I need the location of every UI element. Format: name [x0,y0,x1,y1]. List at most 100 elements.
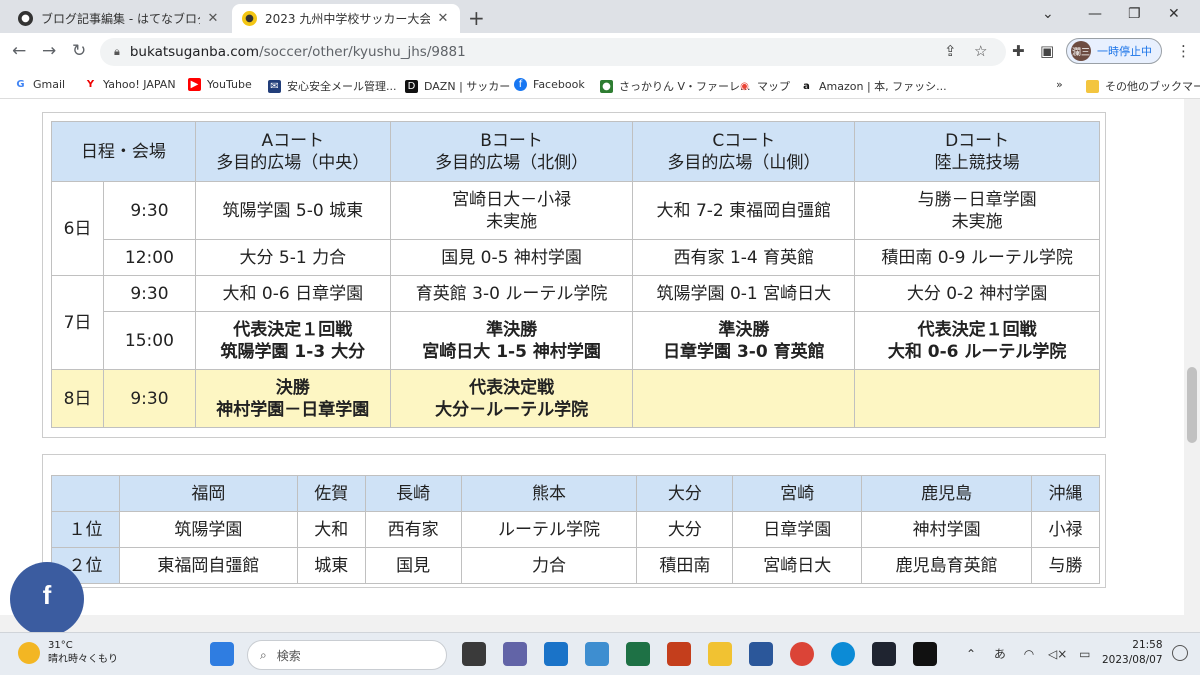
court-name: Cコート [712,130,776,151]
match-result: 大和 0-6 日章学園 [222,283,364,304]
tray-chevron-icon[interactable]: ⌃ [966,647,976,661]
volume-icon[interactable]: ◁× [1048,647,1067,661]
court-name: Aコート [261,130,325,151]
court-venue: 多目的広場（中央） [216,152,370,173]
match-result: 大分－ルーテル学院 [435,399,589,420]
weather-sun-icon [18,642,40,664]
windows-taskbar: 31°C 晴れ時々くもり ⌕ 検索 ⌃ あ ◠ ◁× ▭ 21:58 2023/… [0,632,1200,675]
bookmark-label: Facebook [533,78,585,91]
match-result: 筑陽学園 0-1 宮崎日大 [656,283,832,304]
clock[interactable]: 21:58 2023/08/07 [1102,638,1163,668]
match-result: 与勝－日章学園 [917,189,1037,210]
back-icon[interactable]: ← [12,41,26,61]
forward-icon[interactable]: → [42,41,56,61]
store-icon[interactable] [585,642,609,666]
mail-app-icon[interactable] [544,642,568,666]
court-venue: 多目的広場（北側） [435,152,589,173]
avatar: 瀾三 [1071,41,1091,61]
photos-icon[interactable] [872,642,896,666]
scroll-thumb[interactable] [1187,367,1197,443]
match-round: 代表決定１回戦 [917,319,1037,340]
facebook-share-button[interactable]: f [10,562,84,636]
close-tab-icon[interactable]: ✕ [206,11,220,26]
chrome-icon[interactable] [790,642,814,666]
match-cell-empty [854,369,1100,428]
close-window-icon[interactable]: ✕ [1168,6,1180,22]
new-tab-icon[interactable]: + [468,6,485,30]
overflow-chevron-icon: » [1056,78,1063,91]
teams-chat-icon[interactable] [503,642,527,666]
bookmark-vvaren[interactable]: ● さっかりん V・ファーレ... [600,78,751,94]
clock-time: 21:58 [1132,639,1163,651]
powerpoint-icon[interactable] [667,642,691,666]
court-b-header: Bコート 多目的広場（北側） [389,121,634,182]
match-cell: 積田南 0-9 ルーテル学院 [854,239,1100,276]
notification-icon[interactable] [1172,645,1188,661]
bookmark-amazon[interactable]: a Amazon | 本, ファッシ... [800,78,947,94]
address-bar[interactable]: 🔒︎ bukatsuganba.com/soccer/other/kyushu_… [100,38,1006,66]
restore-icon[interactable]: ❐ [1128,6,1141,22]
match-cell: 大和 0-6 日章学園 [194,275,391,312]
bookmark-facebook[interactable]: f Facebook [514,78,585,91]
bookmark-yahoo[interactable]: Y Yahoo! JAPAN [84,78,176,91]
wifi-icon[interactable]: ◠ [1024,647,1034,661]
team-cell: 大和 [296,511,366,548]
vertical-scrollbar[interactable] [1184,99,1200,615]
excel-icon[interactable] [626,642,650,666]
match-cell: 筑陽学園 5-0 城東 [194,181,391,240]
reload-icon[interactable]: ↻ [72,41,86,61]
clock-date: 2023/08/07 [1102,654,1163,666]
table-row: 12:00 大分 5-1 力合 国見 0-5 神村学園 西有家 1-4 育英館 … [52,239,1100,276]
horizontal-scrollbar[interactable] [0,615,1200,632]
table-row: ２位 東福岡自彊館 城東 国見 力合 積田南 宮崎日大 鹿児島育英館 与勝 [51,547,1100,584]
team-cell: 筑陽学園 [118,511,298,548]
team-cell: 神村学園 [861,511,1032,548]
lock-icon[interactable]: 🔒︎ [114,45,120,59]
bookmark-gmail[interactable]: G Gmail [14,78,65,91]
match-result: 大分 0-2 神村学園 [906,283,1048,304]
start-menu-icon[interactable] [210,642,234,666]
bookmark-label: Gmail [33,78,66,91]
bookmark-star-icon[interactable]: ☆ [974,42,987,60]
capture-app-icon[interactable] [913,642,937,666]
system-tray: ⌃ あ ◠ ◁× ▭ [966,645,1091,662]
bookmarks-overflow[interactable]: » [1056,78,1063,91]
extensions-icon[interactable]: ✚ [1012,42,1025,60]
match-cell: 準決勝 日章学園 3-0 育英館 [632,311,856,370]
bookmark-maps[interactable]: ◉ マップ [738,78,790,94]
file-explorer-icon[interactable] [708,642,732,666]
bookmark-label: YouTube [207,78,252,91]
match-cell: 代表決定戦 大分－ルーテル学院 [389,369,634,428]
day-cell: 6日 [51,181,104,276]
tab-hatena-blog[interactable]: ● ブログ記事編集 - はてなブログ ✕ [8,4,230,33]
other-bookmarks-folder[interactable]: その他のブックマーク [1086,78,1200,94]
date-venue-header: 日程・会場 [51,121,196,182]
edge-icon[interactable] [831,642,855,666]
schedule-table: 日程・会場 Aコート 多目的広場（中央） Bコート 多目的広場（北側） Cコート 多目… [51,121,1100,428]
share-icon[interactable]: ⇪ [944,42,957,60]
court-d-header: Dコート 陸上競技場 [854,121,1100,182]
task-view-icon[interactable] [462,642,486,666]
bookmark-mail[interactable]: ✉ 安心安全メール管理... [268,78,397,94]
tab-search-chevron-icon[interactable]: ⌄ [1042,6,1054,22]
weather-widget[interactable]: 31°C 晴れ時々くもり [18,639,118,667]
search-icon: ⌕ [260,647,267,662]
profile-button[interactable]: 瀾三 一時停止中 [1066,38,1162,64]
side-panel-icon[interactable]: ▣ [1040,42,1054,60]
team-cell: 東福岡自彊館 [118,547,298,584]
prefecture-header: 福岡 [118,475,298,512]
bookmark-dazn[interactable]: D DAZN | サッカー [405,78,510,94]
time-cell: 9:30 [102,275,196,312]
close-tab-icon[interactable]: ✕ [436,11,450,26]
taskbar-search[interactable]: ⌕ 検索 [247,640,447,670]
menu-kebab-icon[interactable]: ⋮ [1176,42,1191,60]
minimize-icon[interactable]: — [1088,6,1102,22]
word-icon[interactable] [749,642,773,666]
ime-indicator[interactable]: あ [994,647,1006,661]
team-cell: 国見 [364,547,462,584]
match-result: 西有家 1-4 育英館 [673,247,815,268]
bookmark-youtube[interactable]: ▶ YouTube [188,78,252,91]
court-venue: 多目的広場（山側） [667,152,821,173]
tab-soccer-tournament[interactable]: ● 2023 九州中学校サッカー大会 | 大会 ✕ [232,4,460,33]
battery-icon[interactable]: ▭ [1079,647,1090,661]
